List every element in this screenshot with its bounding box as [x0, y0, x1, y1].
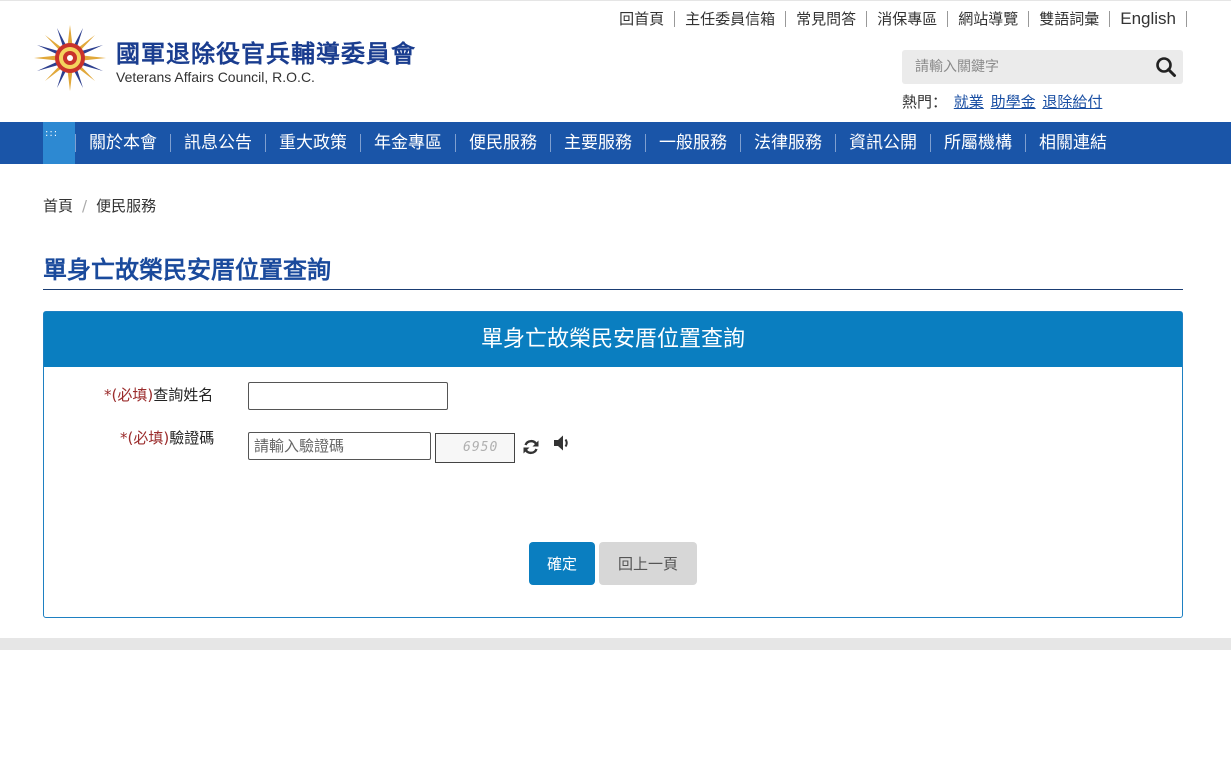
link-consumer-protection[interactable]: 消保專區 — [867, 11, 949, 27]
refresh-icon[interactable] — [522, 438, 540, 456]
nav-item-general-service[interactable]: 一般服務 — [645, 134, 740, 152]
submit-button[interactable]: 確定 — [529, 542, 595, 585]
search-icon[interactable] — [1155, 56, 1177, 78]
captcha-input[interactable] — [248, 432, 431, 460]
link-home[interactable]: 回首頁 — [619, 11, 676, 27]
nav-item-pension[interactable]: 年金專區 — [360, 134, 455, 152]
hot-link-scholarship[interactable]: 助學金 — [991, 93, 1036, 111]
nav-item-about[interactable]: 關於本會 — [75, 134, 170, 152]
logo-emblem-icon[interactable] — [34, 25, 106, 91]
panel-title: 單身亡故榮民安厝位置查詢 — [44, 312, 1182, 367]
captcha-field-label: *(必填)驗證碼 — [120, 427, 214, 448]
search-input[interactable] — [902, 50, 1142, 84]
nav-item-public-service[interactable]: 便民服務 — [455, 134, 550, 152]
hot-keywords: 熱門： 就業 助學金 退除給付 — [902, 91, 1102, 112]
link-faq[interactable]: 常見問答 — [786, 11, 868, 27]
nav-item-news[interactable]: 訊息公告 — [170, 134, 265, 152]
nav-item-legal-service[interactable]: 法律服務 — [740, 134, 835, 152]
nav-item-affiliated[interactable]: 所屬機構 — [930, 134, 1025, 152]
search-box — [902, 50, 1183, 84]
name-input[interactable] — [248, 382, 448, 410]
breadcrumb: 首頁 / 便民服務 — [43, 195, 156, 216]
query-form-panel: 單身亡故榮民安厝位置查詢 *(必填)查詢姓名 *(必填)驗證碼 6950 確定 … — [43, 311, 1183, 618]
grip-dots: ::: — [45, 128, 59, 139]
nav-item-policy[interactable]: 重大政策 — [265, 134, 360, 152]
hot-link-employment[interactable]: 就業 — [954, 93, 984, 111]
footer-divider-bar — [0, 638, 1231, 650]
speaker-icon[interactable] — [553, 434, 571, 452]
name-field-label: *(必填)查詢姓名 — [104, 384, 213, 405]
nav-accesskey-grip[interactable]: ::: — [43, 122, 75, 164]
name-label-text: 查詢姓名 — [153, 386, 214, 404]
site-header: 國軍退除役官兵輔導委員會 Veterans Affairs Council, R… — [0, 0, 1231, 122]
required-mark: *(必填) — [104, 386, 154, 404]
link-english[interactable]: English — [1110, 10, 1187, 27]
link-director-mailbox[interactable]: 主任委員信箱 — [675, 11, 787, 27]
captcha-label-text: 驗證碼 — [169, 429, 215, 447]
nav-item-info-disclosure[interactable]: 資訊公開 — [835, 134, 930, 152]
captcha-text: 6950 — [463, 440, 499, 455]
hot-link-retirement-pay[interactable]: 退除給付 — [1042, 93, 1102, 111]
hot-label: 熱門： — [902, 93, 948, 111]
nav-item-links[interactable]: 相關連結 — [1025, 134, 1120, 152]
breadcrumb-current[interactable]: 便民服務 — [96, 197, 156, 215]
link-glossary[interactable]: 雙語詞彙 — [1029, 11, 1111, 27]
utility-links: 回首頁 主任委員信箱 常見問答 消保專區 網站導覽 雙語詞彙 English — [619, 10, 1187, 27]
title-divider — [43, 289, 1183, 290]
breadcrumb-home[interactable]: 首頁 — [43, 197, 73, 215]
link-sitemap[interactable]: 網站導覽 — [948, 11, 1030, 27]
captcha-image: 6950 — [435, 433, 515, 463]
required-mark: *(必填) — [120, 429, 170, 447]
breadcrumb-separator: / — [82, 197, 88, 215]
back-button[interactable]: 回上一頁 — [599, 542, 697, 585]
main-nav: ::: 關於本會 訊息公告 重大政策 年金專區 便民服務 主要服務 一般服務 法… — [0, 122, 1231, 164]
nav-item-main-service[interactable]: 主要服務 — [550, 134, 645, 152]
site-title[interactable]: 國軍退除役官兵輔導委員會 — [116, 34, 416, 69]
site-subtitle: Veterans Affairs Council, R.O.C. — [116, 69, 315, 85]
page-title: 單身亡故榮民安厝位置查詢 — [43, 256, 331, 284]
